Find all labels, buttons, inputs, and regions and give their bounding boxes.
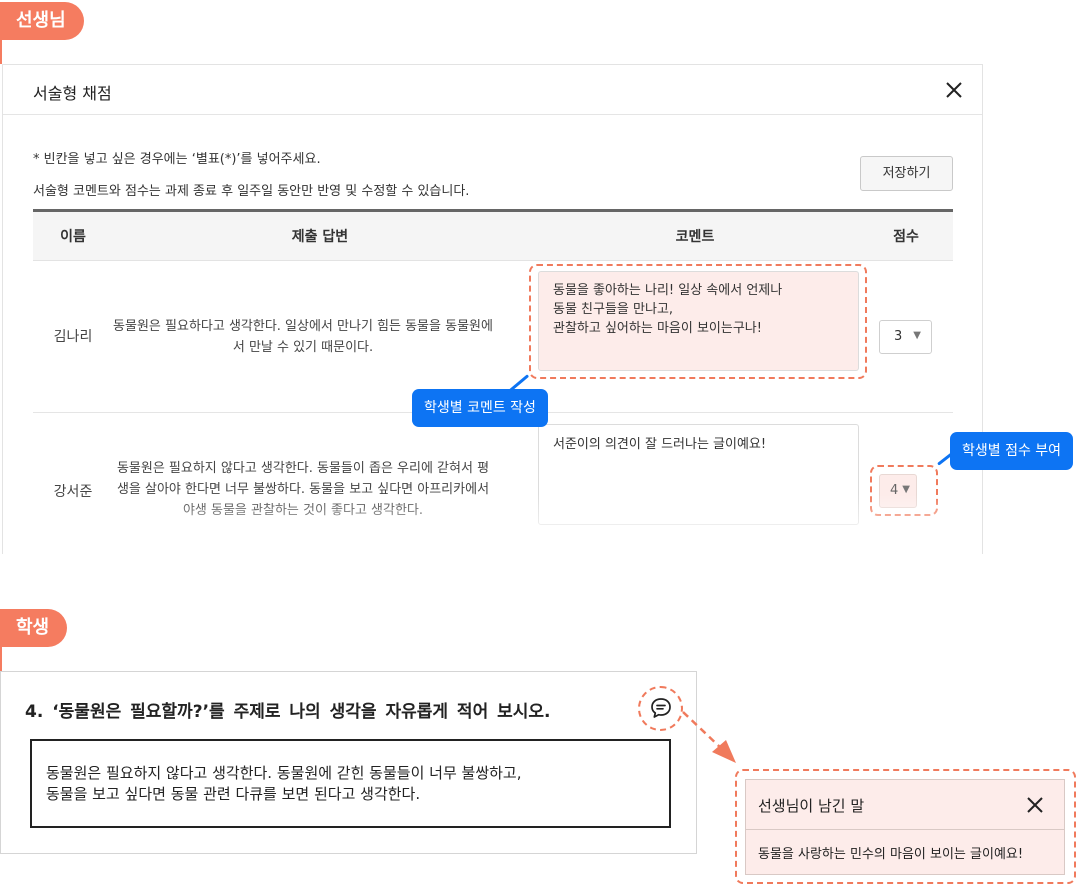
close-icon[interactable] — [1024, 794, 1046, 816]
note-asterisk: * 빈칸을 넣고 싶은 경우에는 ‘별표(*)’를 넣어주세요. — [33, 152, 321, 167]
column-comment: 코멘트 — [675, 229, 715, 245]
grading-modal: 서술형 채점 * 빈칸을 넣고 싶은 경우에는 ‘별표(*)’를 넣어주세요. … — [2, 64, 983, 554]
column-answer: 제출 답변 — [291, 229, 349, 245]
teacher-badge: 선생님 — [0, 2, 84, 40]
row-2-answer: 동물원은 필요하지 않다고 생각한다. 동물들이 좁은 우리에 갇혀서 평생을 … — [116, 461, 490, 518]
teacher-comment-popup: 선생님이 남긴 말 동물을 사랑하는 민수의 마음이 보이는 글이예요! — [745, 779, 1065, 875]
question-text: 4. ‘동물원은 필요할까?’를 주제로 나의 생각을 자유롭게 적어 보시오. — [25, 702, 551, 722]
student-badge: 학생 — [0, 609, 68, 647]
comment-callout: 학생별 코멘트 작성 — [412, 389, 548, 427]
save-button[interactable]: 저장하기 — [860, 156, 953, 191]
popup-comment: 동물을 사랑하는 민수의 마음이 보이는 글이예요! — [758, 847, 1024, 862]
dropdown-arrow-icon: ▼ — [913, 330, 921, 341]
row-2-score-select[interactable]: 4 ▼ — [879, 474, 917, 508]
teacher-badge-line — [0, 38, 2, 64]
popup-title: 선생님이 남긴 말 — [758, 797, 865, 815]
row-2-name: 강서준 — [53, 484, 93, 500]
row-1-answer: 동물원은 필요하다고 생각한다. 일상에서 만나기 힘든 동물을 동물원에서 만… — [113, 319, 493, 355]
score-callout: 학생별 점수 부여 — [950, 432, 1074, 470]
modal-header: 서술형 채점 — [3, 65, 982, 115]
row-2-score-value: 4 — [890, 483, 899, 498]
modal-title: 서술형 채점 — [33, 84, 112, 103]
row-1-score-select[interactable]: 3 ▼ — [879, 320, 932, 354]
student-badge-line — [0, 646, 2, 671]
column-score: 점수 — [893, 229, 919, 245]
dropdown-arrow-icon: ▼ — [902, 484, 910, 495]
table-header: 이름 제출 답변 코멘트 점수 — [33, 209, 953, 261]
popup-divider — [746, 829, 1064, 830]
note-deadline: 서술형 코멘트와 점수는 과제 종료 후 일주일 동안만 반영 및 수정할 수 … — [33, 184, 470, 199]
row-2-comment-field[interactable]: 서준이의 의견이 잘 드러나는 글이예요! — [538, 424, 859, 525]
close-icon[interactable] — [942, 78, 966, 102]
row-1-score-value: 3 — [894, 329, 903, 344]
column-name: 이름 — [60, 229, 86, 245]
student-answer-box: 동물원은 필요하지 않다고 생각한다. 동물원에 갇힌 동물들이 너무 불쌍하고… — [30, 739, 671, 828]
row-1-name: 김나리 — [53, 329, 93, 345]
row-1-comment-field[interactable]: 동물을 좋아하는 나리! 일상 속에서 언제나 동물 친구들을 만나고, 관찰하… — [538, 271, 859, 371]
chat-icon[interactable] — [648, 695, 674, 721]
